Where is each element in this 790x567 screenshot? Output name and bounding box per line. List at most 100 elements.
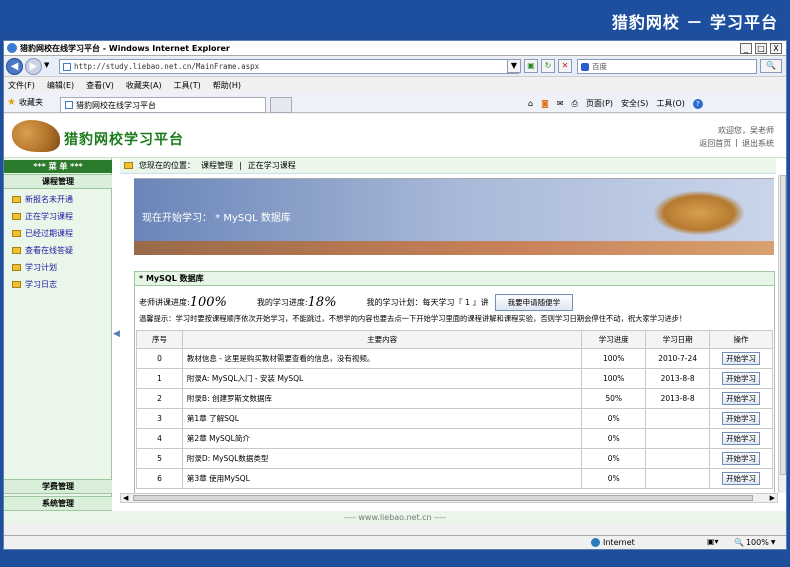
- study-plan-text: 我的学习计划：每天学习『 1 』讲: [366, 298, 489, 307]
- protected-mode-icon[interactable]: ▣▾: [707, 537, 719, 546]
- row-progress: 0%: [581, 428, 647, 449]
- apply-free-study-button[interactable]: 我要申请随便学: [494, 294, 574, 311]
- start-study-button[interactable]: 开始学习: [722, 472, 761, 485]
- start-study-button[interactable]: 开始学习: [722, 392, 761, 405]
- home-link[interactable]: 返回首页: [699, 138, 731, 149]
- table-row: 2 附录B: 创建罗斯文数据库 50% 2013-8-8 开始学习: [136, 388, 773, 409]
- maximize-button[interactable]: □: [755, 42, 767, 54]
- sidebar-item-label: 已经过期课程: [25, 228, 73, 238]
- menu-file[interactable]: 文件(F): [8, 80, 35, 91]
- search-button[interactable]: 🔍: [760, 59, 782, 73]
- feeds-icon[interactable]: ◙: [541, 99, 549, 108]
- tab-title: 猎豹网校在线学习平台: [76, 100, 156, 110]
- sidebar-collapse-icon[interactable]: ◀: [113, 329, 120, 339]
- breadcrumb-level2[interactable]: 正在学习课程: [248, 160, 296, 171]
- start-study-button[interactable]: 开始学习: [722, 352, 761, 365]
- star-icon: ★: [7, 97, 16, 108]
- row-date: 2013-8-8: [645, 388, 711, 409]
- table-row: 4 第2章 MySQL简介 0% 开始学习: [136, 428, 773, 449]
- favorites-button[interactable]: ★ 收藏夹: [7, 97, 43, 108]
- row-date: 2013-8-8: [645, 368, 711, 389]
- forward-button[interactable]: ▶: [25, 58, 42, 75]
- header-sep: |: [735, 138, 738, 147]
- zoom-control[interactable]: 🔍 100% ▼: [734, 538, 775, 547]
- sidebar-item-label: 学习计划: [25, 262, 57, 272]
- scroll-thumb[interactable]: [133, 495, 753, 501]
- row-no: 3: [136, 408, 183, 429]
- menu-edit[interactable]: 编辑(E): [47, 80, 74, 91]
- start-study-button[interactable]: 开始学习: [722, 432, 761, 445]
- sidebar-section-fees[interactable]: 学费管理: [4, 479, 112, 494]
- home-icon[interactable]: ⌂: [528, 99, 533, 108]
- window-title: 猎豹网校在线学习平台 - Windows Internet Explorer: [20, 43, 230, 53]
- sidebar-section-course[interactable]: 课程管理: [4, 174, 112, 189]
- menu-help[interactable]: 帮助(H): [213, 80, 241, 91]
- zoom-dropdown-icon[interactable]: ▼: [771, 539, 776, 546]
- web-page: 猎豹网校学习平台 欢迎您，吴老师 返回首页 | 退出系统 *** 菜 单 ***…: [4, 114, 786, 524]
- menu-view[interactable]: 查看(V): [86, 80, 114, 91]
- status-bar: Internet ▣▾ 🔍 100% ▼: [4, 535, 786, 549]
- refresh-button[interactable]: ↻: [541, 59, 555, 73]
- vertical-scrollbar[interactable]: [778, 175, 786, 493]
- back-button[interactable]: ◀: [6, 58, 23, 75]
- start-study-button[interactable]: 开始学习: [722, 372, 761, 385]
- tools-menu[interactable]: 工具(O): [656, 98, 685, 109]
- row-progress: 100%: [581, 348, 647, 369]
- sidebar-section-system[interactable]: 系统管理: [4, 496, 112, 511]
- page-menu[interactable]: 页面(P): [586, 98, 613, 109]
- breadcrumb-level1[interactable]: 课程管理: [201, 160, 233, 171]
- sidebar: *** 菜 单 *** 课程管理 新报名未开通 正在学习课程 已经过期课程 查看…: [4, 158, 112, 524]
- col-header-action: 操作: [709, 330, 773, 349]
- favorites-bar: ★ 收藏夹 猎豹网校在线学习平台 ⌂ ◙ ✉ ⎙ 页面(P) 安全(S) 工具(…: [4, 93, 786, 113]
- row-date: [645, 468, 711, 489]
- search-input[interactable]: 百度: [577, 59, 757, 74]
- start-study-button[interactable]: 开始学习: [722, 412, 761, 425]
- row-progress: 100%: [581, 368, 647, 389]
- sidebar-item-plan[interactable]: 学习计划: [12, 260, 57, 274]
- mail-icon[interactable]: ✉: [557, 99, 564, 108]
- running-cheetah-icon: [654, 191, 744, 235]
- welcome-text: 欢迎您，吴老师: [718, 126, 774, 135]
- my-progress-label: 我的学习进度:: [256, 298, 308, 307]
- menu-tools[interactable]: 工具(T): [174, 80, 201, 91]
- my-progress-value: 18%: [307, 295, 337, 310]
- new-tab-button[interactable]: [270, 97, 292, 113]
- row-no: 6: [136, 468, 183, 489]
- scroll-right-icon[interactable]: ▶: [770, 494, 775, 502]
- compat-view-button[interactable]: ▣: [524, 59, 538, 73]
- help-icon[interactable]: ?: [692, 98, 703, 109]
- folder-icon: [12, 280, 21, 288]
- address-dropdown-button[interactable]: ▼: [507, 59, 521, 73]
- site-header: 猎豹网校学习平台 欢迎您，吴老师 返回首页 | 退出系统: [4, 114, 786, 158]
- close-button[interactable]: X: [770, 42, 782, 54]
- stop-button[interactable]: ✕: [558, 59, 572, 73]
- table-row: 1 附录A: MySQL入门 - 安装 MySQL 100% 2013-8-8 …: [136, 368, 773, 389]
- horizontal-scrollbar[interactable]: ◀ ▶: [120, 493, 778, 503]
- print-icon[interactable]: ⎙: [572, 99, 578, 109]
- scroll-thumb-vertical[interactable]: [780, 175, 786, 475]
- menu-favorites[interactable]: 收藏夹(A): [126, 80, 162, 91]
- history-dropdown-icon[interactable]: ▼: [44, 61, 49, 69]
- folder-icon: [12, 263, 21, 271]
- minimize-button[interactable]: _: [740, 42, 752, 54]
- sidebar-item-log[interactable]: 学习日志: [12, 277, 57, 291]
- folder-icon: [12, 195, 21, 203]
- banner-title: 猎豹网校 － 学习平台: [611, 13, 778, 32]
- sidebar-item-expired[interactable]: 已经过期课程: [12, 226, 73, 240]
- lesson-table: 序号 主要内容 学习进度 学习日期 操作 0 教材信息 - 这里是购买教材需要查…: [136, 330, 773, 489]
- folder-icon: [12, 229, 21, 237]
- row-date: [645, 408, 711, 429]
- address-input[interactable]: http://study.liebao.net.cn/MainFrame.asp…: [59, 59, 519, 74]
- page-icon: [63, 63, 71, 71]
- safety-menu[interactable]: 安全(S): [621, 98, 648, 109]
- browser-tab[interactable]: 猎豹网校在线学习平台: [60, 97, 266, 113]
- start-study-button[interactable]: 开始学习: [722, 452, 761, 465]
- scroll-left-icon[interactable]: ◀: [123, 494, 128, 502]
- sidebar-item-current[interactable]: 正在学习课程: [12, 209, 73, 223]
- logout-link[interactable]: 退出系统: [742, 138, 774, 149]
- sidebar-item-qa[interactable]: 查看在线答疑: [12, 243, 73, 257]
- study-tip: 温馨提示：学习时要按课程顺序依次开始学习，不能跳过，不想学的内容也要去点一下开始…: [139, 314, 687, 323]
- row-date: [645, 448, 711, 469]
- row-content: 第3章 使用MySQL: [181, 468, 583, 489]
- sidebar-item-new[interactable]: 新报名未开通: [12, 192, 73, 206]
